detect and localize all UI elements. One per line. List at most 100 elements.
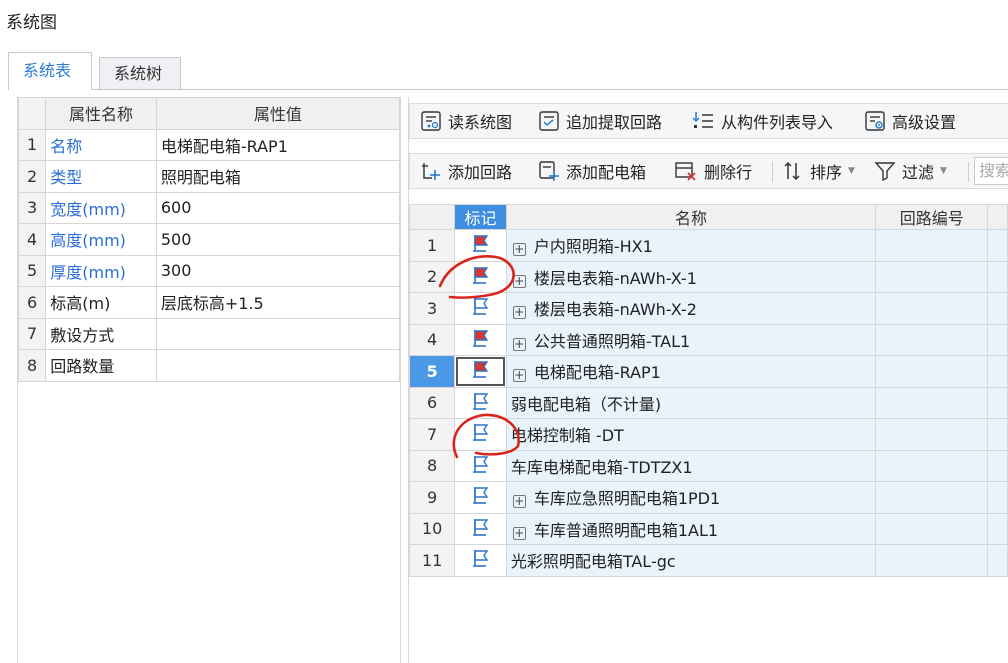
code-column-header[interactable]: 回路编号 bbox=[875, 204, 989, 230]
grid-row[interactable]: 4 + 公共普通照明箱-TAL1 bbox=[408, 323, 1008, 356]
property-row[interactable]: 8 回路数量 bbox=[17, 349, 401, 382]
property-row[interactable]: 2 类型 照明配电箱 bbox=[17, 160, 401, 193]
grid-row[interactable]: 2 + 楼层电表箱-nAWh-X-1 bbox=[408, 260, 1008, 293]
advanced-settings-button[interactable]: 高级设置 bbox=[864, 104, 956, 138]
filter-dropdown[interactable]: 过滤 ▼ bbox=[874, 154, 947, 188]
property-value-cell[interactable]: 500 bbox=[155, 223, 401, 256]
grid-row-number[interactable]: 8 bbox=[408, 449, 456, 482]
name-column-header[interactable]: 名称 bbox=[505, 204, 877, 230]
grid-code-cell[interactable] bbox=[875, 418, 989, 451]
grid-name-cell[interactable]: 弱电配电箱（不计量) bbox=[505, 386, 877, 419]
grid-row-number[interactable]: 7 bbox=[408, 418, 456, 451]
grid-mark-cell[interactable] bbox=[454, 386, 507, 419]
property-row[interactable]: 7 敷设方式 bbox=[17, 317, 401, 350]
grid-row-number[interactable]: 6 bbox=[408, 386, 456, 419]
property-value-cell[interactable] bbox=[155, 317, 401, 350]
grid-name-cell[interactable]: + 公共普通照明箱-TAL1 bbox=[505, 323, 877, 356]
grid-row-number[interactable]: 10 bbox=[408, 512, 456, 545]
expand-plus-icon[interactable]: + bbox=[512, 306, 526, 320]
property-value-cell[interactable]: 照明配电箱 bbox=[155, 160, 401, 193]
grid-code-cell[interactable] bbox=[875, 386, 989, 419]
grid-extra-cell[interactable] bbox=[987, 355, 1008, 388]
grid-row[interactable]: 7 电梯控制箱 -DT bbox=[408, 418, 1008, 451]
grid-row-number[interactable]: 1 bbox=[408, 229, 456, 262]
grid-extra-cell[interactable] bbox=[987, 260, 1008, 293]
add-circuit-button[interactable]: 添加回路 bbox=[420, 154, 512, 188]
grid-row[interactable]: 8 车库电梯配电箱-TDTZX1 bbox=[408, 449, 1008, 482]
grid-name-cell[interactable]: 车库电梯配电箱-TDTZX1 bbox=[505, 449, 877, 482]
grid-code-cell[interactable] bbox=[875, 229, 989, 262]
grid-code-cell[interactable] bbox=[875, 260, 989, 293]
grid-mark-cell[interactable] bbox=[454, 512, 507, 545]
property-row[interactable]: 5 厚度(mm) 300 bbox=[17, 254, 401, 287]
add-box-button[interactable]: 添加配电箱 bbox=[538, 154, 646, 188]
grid-row-number[interactable]: 4 bbox=[408, 323, 456, 356]
grid-row[interactable]: 10 + 车库普通照明配电箱1AL1 bbox=[408, 512, 1008, 545]
grid-mark-cell[interactable] bbox=[454, 355, 507, 388]
import-from-list-button[interactable]: 从构件列表导入 bbox=[691, 104, 833, 138]
grid-mark-cell[interactable] bbox=[454, 449, 507, 482]
grid-name-cell[interactable]: 电梯控制箱 -DT bbox=[505, 418, 877, 451]
tab-system-table[interactable]: 系统表 bbox=[8, 52, 92, 90]
grid-extra-cell[interactable] bbox=[987, 386, 1008, 419]
grid-code-cell[interactable] bbox=[875, 323, 989, 356]
property-row[interactable]: 1 名称 电梯配电箱-RAP1 bbox=[17, 128, 401, 161]
grid-row[interactable]: 3 + 楼层电表箱-nAWh-X-2 bbox=[408, 292, 1008, 325]
mark-column-header[interactable]: 标记 bbox=[454, 204, 507, 230]
grid-extra-cell[interactable] bbox=[987, 544, 1008, 577]
search-input[interactable]: 搜索 bbox=[974, 157, 1008, 185]
tab-system-tree[interactable]: 系统树 bbox=[99, 57, 181, 89]
grid-mark-cell[interactable] bbox=[454, 292, 507, 325]
grid-name-cell[interactable]: 光彩照明配电箱TAL-gc bbox=[505, 544, 877, 577]
grid-row-number[interactable]: 5 bbox=[408, 355, 456, 388]
grid-code-cell[interactable] bbox=[875, 544, 989, 577]
expand-plus-icon[interactable]: + bbox=[512, 526, 526, 540]
property-row[interactable]: 3 宽度(mm) 600 bbox=[17, 191, 401, 224]
grid-mark-cell[interactable] bbox=[454, 323, 507, 356]
grid-extra-cell[interactable] bbox=[987, 449, 1008, 482]
property-value-cell[interactable]: 电梯配电箱-RAP1 bbox=[155, 128, 401, 161]
grid-mark-cell[interactable] bbox=[454, 418, 507, 451]
grid-mark-cell[interactable] bbox=[454, 260, 507, 293]
property-value-cell[interactable] bbox=[155, 349, 401, 382]
grid-name-cell[interactable]: + 户内照明箱-HX1 bbox=[505, 229, 877, 262]
append-extract-button[interactable]: 追加提取回路 bbox=[538, 104, 662, 138]
grid-extra-cell[interactable] bbox=[987, 292, 1008, 325]
grid-extra-cell[interactable] bbox=[987, 323, 1008, 356]
grid-extra-cell[interactable] bbox=[987, 512, 1008, 545]
expand-plus-icon[interactable]: + bbox=[512, 243, 526, 257]
sort-dropdown[interactable]: 排序 ▼ bbox=[782, 154, 855, 188]
grid-row[interactable]: 9 + 车库应急照明配电箱1PD1 bbox=[408, 481, 1008, 514]
expand-plus-icon[interactable]: + bbox=[512, 274, 526, 288]
property-value-cell[interactable]: 300 bbox=[155, 254, 401, 287]
grid-row-number[interactable]: 9 bbox=[408, 481, 456, 514]
expand-plus-icon[interactable]: + bbox=[512, 337, 526, 351]
grid-code-cell[interactable] bbox=[875, 449, 989, 482]
read-system-button[interactable]: 读系统图 bbox=[420, 104, 512, 138]
grid-code-cell[interactable] bbox=[875, 481, 989, 514]
grid-name-cell[interactable]: + 楼层电表箱-nAWh-X-1 bbox=[505, 260, 877, 293]
grid-row-number[interactable]: 2 bbox=[408, 260, 456, 293]
grid-row[interactable]: 6 弱电配电箱（不计量) bbox=[408, 386, 1008, 419]
grid-mark-cell[interactable] bbox=[454, 481, 507, 514]
property-row[interactable]: 6 标高(m) 层底标高+1.5 bbox=[17, 286, 401, 319]
expand-plus-icon[interactable]: + bbox=[512, 495, 526, 509]
grid-extra-cell[interactable] bbox=[987, 481, 1008, 514]
grid-row-number[interactable]: 3 bbox=[408, 292, 456, 325]
grid-code-cell[interactable] bbox=[875, 512, 989, 545]
property-value-cell[interactable]: 600 bbox=[155, 191, 401, 224]
property-value-cell[interactable]: 层底标高+1.5 bbox=[155, 286, 401, 319]
property-row[interactable]: 4 高度(mm) 500 bbox=[17, 223, 401, 256]
grid-code-cell[interactable] bbox=[875, 355, 989, 388]
grid-code-cell[interactable] bbox=[875, 292, 989, 325]
grid-extra-cell[interactable] bbox=[987, 418, 1008, 451]
grid-name-cell[interactable]: + 车库应急照明配电箱1PD1 bbox=[505, 481, 877, 514]
extra-column-header[interactable] bbox=[987, 204, 1008, 230]
grid-row[interactable]: 5 + 电梯配电箱-RAP1 bbox=[408, 355, 1008, 388]
grid-mark-cell[interactable] bbox=[454, 229, 507, 262]
grid-row[interactable]: 1 + 户内照明箱-HX1 bbox=[408, 229, 1008, 262]
grid-name-cell[interactable]: + 电梯配电箱-RAP1 bbox=[505, 355, 877, 388]
delete-row-button[interactable]: 删除行 bbox=[674, 154, 752, 188]
grid-name-cell[interactable]: + 车库普通照明配电箱1AL1 bbox=[505, 512, 877, 545]
grid-name-cell[interactable]: + 楼层电表箱-nAWh-X-2 bbox=[505, 292, 877, 325]
